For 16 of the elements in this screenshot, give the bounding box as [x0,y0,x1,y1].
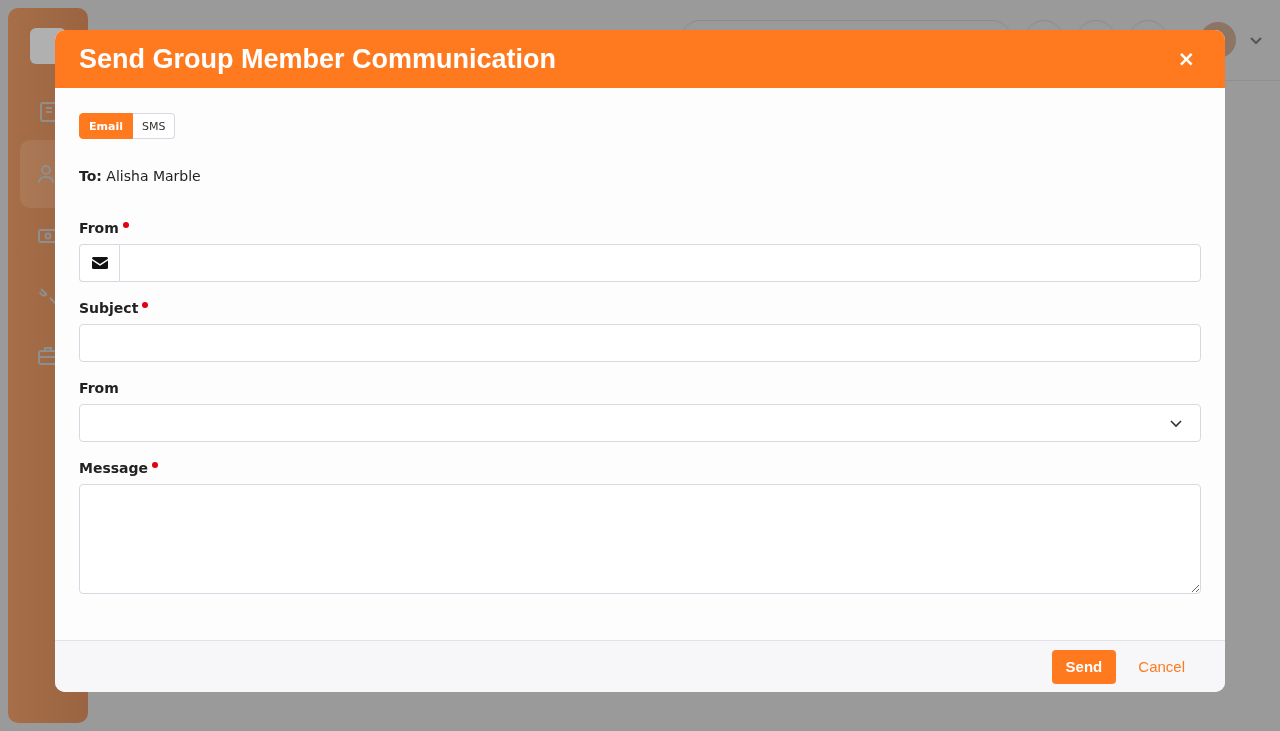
close-button[interactable]: × [1171,48,1201,70]
modal-title: Send Group Member Communication [79,43,557,75]
field-label: From [79,220,119,236]
select-field[interactable] [79,404,1201,442]
toggle-tab[interactable]: Email [79,113,133,139]
field-label: From [79,380,119,396]
toggle-tab[interactable]: SMS [132,113,176,139]
send-button[interactable]: Send [1051,649,1117,684]
envelope-icon [91,257,108,269]
recipient-text: To: Alisha Marble [79,168,202,184]
input-field[interactable] [79,324,1201,362]
input-field[interactable] [119,244,1201,282]
field-label: Subject [79,300,139,316]
field-label: Message [79,460,149,476]
cancel-link[interactable]: Cancel [1122,658,1201,675]
message-field[interactable] [79,484,1201,594]
